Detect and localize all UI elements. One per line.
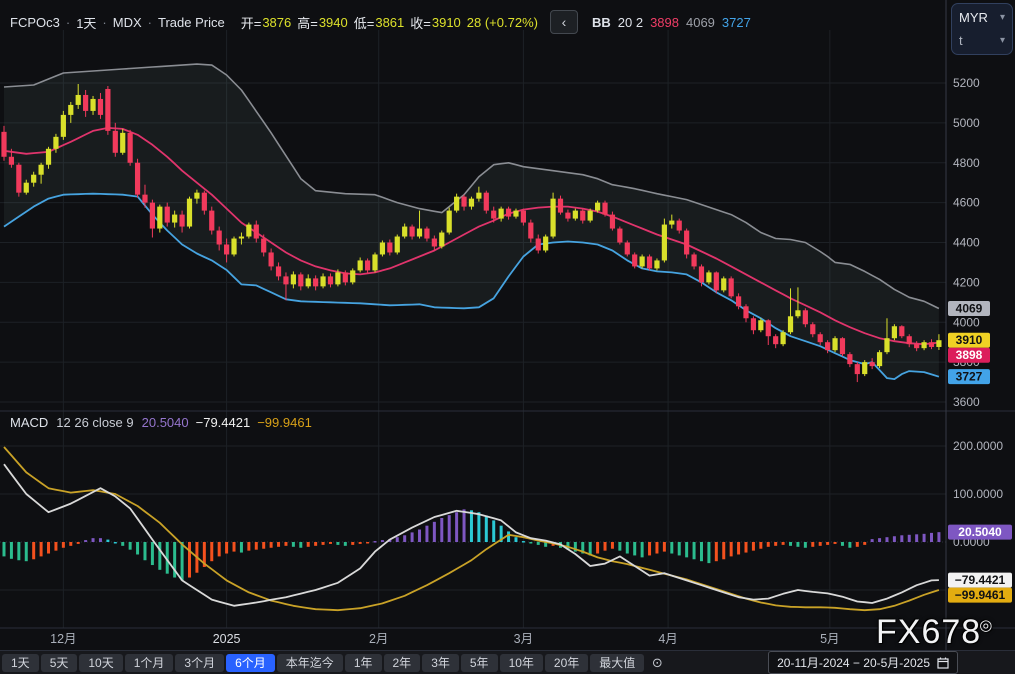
time-tick: 12月 [50,632,76,646]
axis-badge: 4069 [948,301,990,316]
range-button-1年[interactable]: 1年 [345,654,382,672]
range-button-5天[interactable]: 5天 [41,654,78,672]
chevron-down-icon: ▾ [1000,35,1005,46]
range-button-3个月[interactable]: 3个月 [175,654,224,672]
range-button-最大值[interactable]: 最大值 [590,654,644,672]
open-label: 开= [241,13,262,32]
chevron-left-icon: ‹ [562,14,567,30]
high-label: 高= [297,13,318,32]
interval-label[interactable]: 1天 [76,13,96,32]
price-tick: 4600 [953,196,980,210]
symbol-legend: FCPOc3 · 1天 · MDX · Trade Price 开=3876 高… [10,11,758,33]
range-button-2年[interactable]: 2年 [384,654,421,672]
currency-unit-widget[interactable]: MYR ▾ t ▾ [951,3,1013,55]
unit-value: t [959,33,963,48]
separator-dot: · [66,15,70,30]
range-button-5年[interactable]: 5年 [461,654,498,672]
close-value: 3910 [432,15,461,30]
axis-badge: 3898 [948,348,990,363]
range-button-10天[interactable]: 10天 [79,654,122,672]
svg-text:−79.4421: −79.4421 [955,573,1006,587]
macd-value: −99.9461 [257,415,312,430]
macd-tick: 200.0000 [953,439,1003,453]
svg-text:3910: 3910 [956,333,983,347]
bb-value: 3898 [650,15,679,30]
price-tick: 4200 [953,275,980,289]
low-label: 低= [354,13,375,32]
range-button-1个月[interactable]: 1个月 [125,654,174,672]
range-button-3年[interactable]: 3年 [422,654,459,672]
date-range-picker[interactable]: 20-11月-2024 − 20-5月-2025 [768,651,958,674]
price-tick: 5200 [953,76,980,90]
settings-gear-icon[interactable]: ⊙ [646,655,668,671]
chart-canvas[interactable]: 5200500048004600440042004000380036004069… [0,0,1015,650]
trading-chart-app: 5200500048004600440042004000380036004069… [0,0,1015,674]
axis-badge: 20.5040 [948,525,1012,540]
open-value: 3876 [262,15,291,30]
range-button-6个月[interactable]: 6个月 [226,654,275,672]
time-tick: 5月 [820,632,839,646]
macd-indicator-legend[interactable]: MACD 12 26 close 9 20.5040 −79.4421 −99.94… [10,415,319,430]
range-toolbar: 1天5天10天1个月3个月6个月本年迄今1年2年3年5年10年20年最大值 ⊙ … [0,650,1015,674]
range-button-1天[interactable]: 1天 [2,654,39,672]
chevron-down-icon: ▾ [1000,12,1005,23]
macd-value: 20.5040 [142,415,189,430]
macd-params: 12 26 close 9 [56,415,133,430]
change-value: 28 (+0.72%) [467,15,538,30]
svg-text:4069: 4069 [956,301,983,315]
time-tick: 4月 [658,632,677,646]
unit-select[interactable]: t ▾ [959,33,1005,48]
range-button-10年[interactable]: 10年 [500,654,543,672]
time-tick: 3月 [514,632,533,646]
close-label: 收= [410,13,431,32]
collapse-legend-button[interactable]: ‹ [550,10,578,34]
calendar-icon [937,657,949,669]
svg-text:3727: 3727 [956,370,983,384]
svg-text:−99.9461: −99.9461 [955,588,1006,602]
range-button-本年迄今[interactable]: 本年迄今 [277,654,343,672]
separator-dot: · [148,15,152,30]
price-tick: 4000 [953,315,980,329]
series-type-label: Trade Price [158,15,225,30]
axis-badge: −79.4421 [948,573,1012,588]
svg-text:3898: 3898 [956,348,983,362]
range-button-20年[interactable]: 20年 [545,654,588,672]
low-value: 3861 [375,15,404,30]
high-value: 3940 [319,15,348,30]
bb-indicator-legend[interactable]: BB 20 2 3898 4069 3727 [592,15,758,30]
bb-value: 3727 [722,15,751,30]
price-tick: 4400 [953,236,980,250]
macd-tick: 100.0000 [953,487,1003,501]
date-range-text: 20-11月-2024 − 20-5月-2025 [777,654,930,671]
price-tick: 4800 [953,156,980,170]
separator-dot: · [102,15,106,30]
bb-value: 4069 [686,15,715,30]
price-tick: 3600 [953,395,980,409]
axis-badge: 3910 [948,333,990,348]
macd-value: −79.4421 [196,415,251,430]
svg-text:20.5040: 20.5040 [958,525,1002,539]
currency-value: MYR [959,10,988,25]
axis-badge: −99.9461 [948,588,1012,603]
axis-badge: 3727 [948,369,990,384]
currency-select[interactable]: MYR ▾ [959,10,1005,25]
symbol-name[interactable]: FCPOc3 [10,15,60,30]
bb-params: 20 2 [618,15,643,30]
macd-name: MACD [10,415,48,430]
time-tick: 2月 [369,632,388,646]
time-tick: 2025 [213,632,241,646]
bb-name: BB [592,15,611,30]
exchange-label: MDX [113,15,142,30]
price-tick: 5000 [953,116,980,130]
